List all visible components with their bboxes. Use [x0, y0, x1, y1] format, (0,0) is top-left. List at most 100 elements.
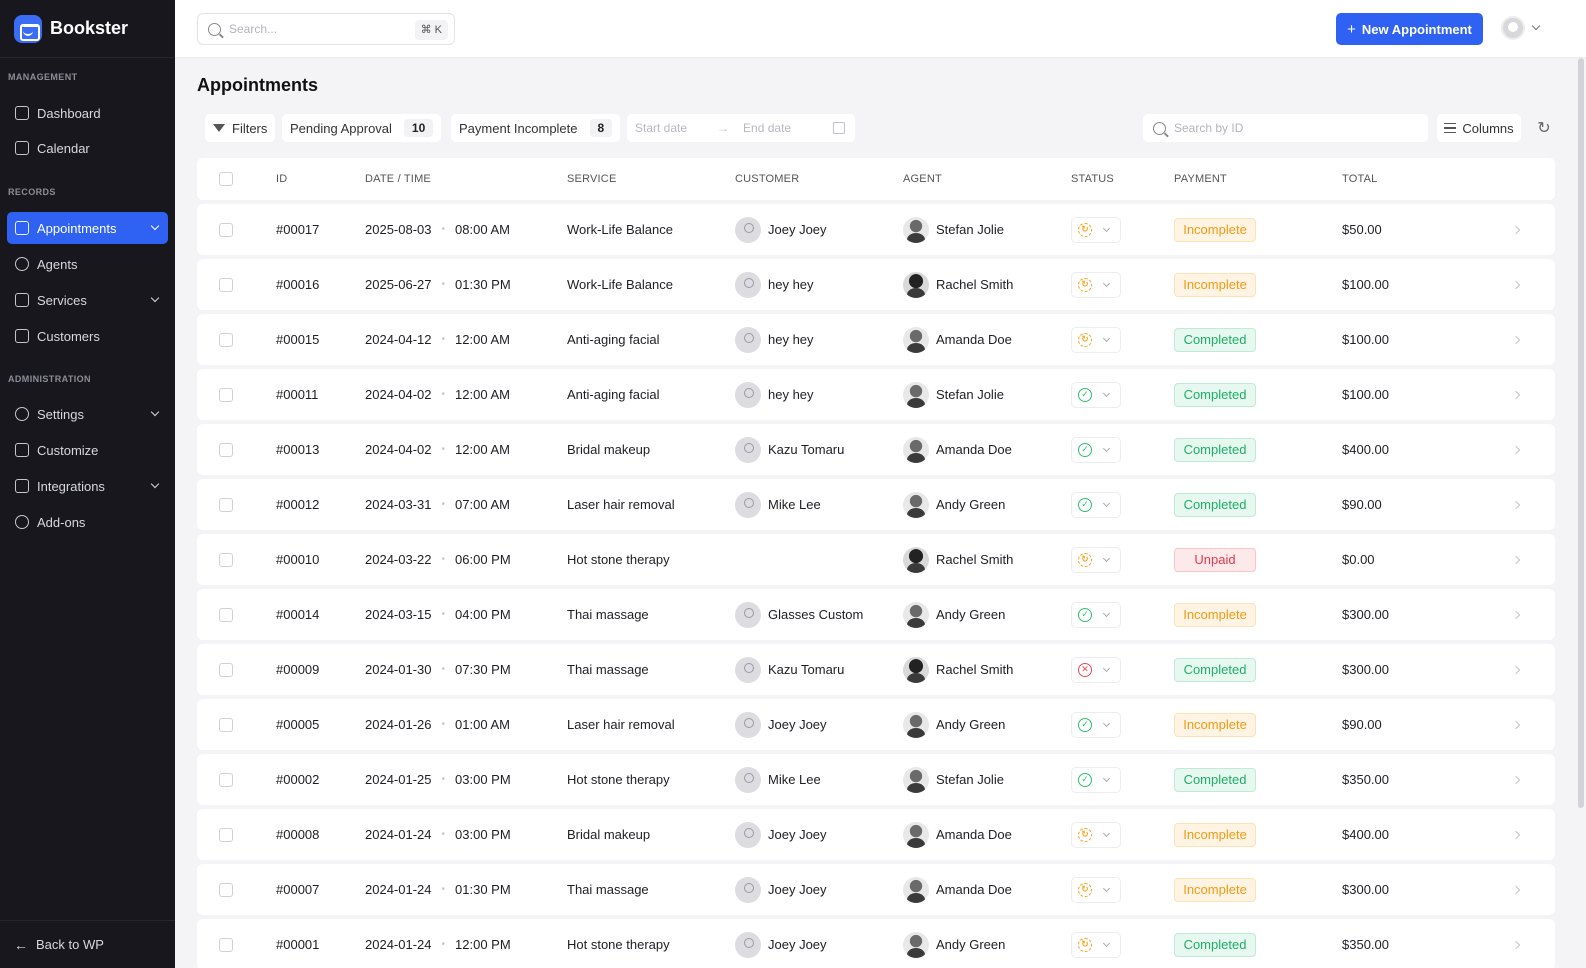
chevron-down-icon[interactable] [1531, 21, 1541, 31]
table-row[interactable]: #00014 2024-03-15 • 04:00 PM Thai massage Gla… [197, 589, 1555, 640]
appointment-agent[interactable]: Andy Green [903, 589, 1005, 640]
row-checkbox[interactable] [219, 772, 233, 787]
appointment-status[interactable]: ↻ [1071, 259, 1121, 310]
table-row[interactable]: #00017 2025-08-03 • 08:00 AM Work-Life Balan… [197, 204, 1555, 255]
row-checkbox[interactable] [219, 387, 233, 402]
sidebar-item-add-ons[interactable]: Add-ons [7, 506, 168, 538]
appointment-agent[interactable]: Rachel Smith [903, 534, 1013, 585]
column-header-total[interactable]: Total [1342, 158, 1377, 200]
status-dropdown[interactable]: ↻ [1071, 931, 1121, 958]
row-checkbox[interactable] [219, 497, 233, 512]
id-search[interactable] [1143, 114, 1428, 142]
search-input[interactable] [229, 22, 399, 36]
appointment-customer[interactable]: Mike Lee [735, 479, 821, 530]
column-header-datetime[interactable]: Date / Time [365, 158, 431, 200]
chevron-down-icon[interactable] [150, 479, 160, 489]
table-row[interactable]: #00015 2024-04-12 • 12:00 AM Anti-aging faci… [197, 314, 1555, 365]
sidebar-item-dashboard[interactable]: Dashboard [7, 97, 168, 129]
row-checkbox[interactable] [219, 882, 233, 897]
appointment-customer[interactable]: Joey Joey [735, 809, 827, 860]
chevron-right-icon[interactable] [1511, 610, 1521, 619]
appointment-status[interactable]: ↻ [1071, 809, 1121, 860]
row-checkbox[interactable] [219, 552, 233, 567]
user-menu[interactable] [1501, 16, 1541, 40]
row-open[interactable] [1511, 204, 1521, 255]
sidebar-item-appointments[interactable]: Appointments [7, 212, 168, 244]
row-checkbox[interactable] [219, 222, 233, 237]
appointment-status[interactable]: ✓ [1071, 589, 1121, 640]
row-open[interactable] [1511, 754, 1521, 805]
appointment-agent[interactable]: Stefan Jolie [903, 754, 1004, 805]
row-open[interactable] [1511, 369, 1521, 420]
appointment-customer[interactable]: Joey Joey [735, 204, 827, 255]
status-dropdown[interactable]: ✓ [1071, 711, 1121, 738]
appointment-agent[interactable]: Amanda Doe [903, 424, 1012, 475]
chevron-down-icon[interactable] [150, 407, 160, 417]
appointment-status[interactable]: ✓ [1071, 479, 1121, 530]
sidebar-item-agents[interactable]: Agents [7, 248, 168, 280]
sidebar-item-customers[interactable]: Customers [7, 320, 168, 352]
row-open[interactable] [1511, 864, 1521, 915]
chevron-down-icon[interactable] [150, 221, 160, 231]
appointment-agent[interactable]: Amanda Doe [903, 809, 1012, 860]
row-open[interactable] [1511, 644, 1521, 695]
table-row[interactable]: #00005 2024-01-26 • 01:00 AM Laser hair remo… [197, 699, 1555, 750]
appointment-status[interactable]: ↻ [1071, 314, 1121, 365]
status-dropdown[interactable]: ↻ [1071, 271, 1121, 298]
table-row[interactable]: #00002 2024-01-25 • 03:00 PM Hot stone thera… [197, 754, 1555, 805]
row-open[interactable] [1511, 259, 1521, 310]
appointment-customer[interactable]: Kazu Tomaru [735, 424, 844, 475]
new-appointment-button[interactable]: + New Appointment [1336, 13, 1483, 45]
appointment-agent[interactable]: Amanda Doe [903, 864, 1012, 915]
chevron-right-icon[interactable] [1511, 720, 1521, 729]
start-date-input[interactable]: Start date [635, 121, 687, 135]
appointment-status[interactable]: ✕ [1071, 644, 1121, 695]
chevron-right-icon[interactable] [1511, 280, 1521, 289]
chevron-right-icon[interactable] [1511, 390, 1521, 399]
chevron-down-icon[interactable] [150, 293, 160, 303]
appointment-agent[interactable]: Rachel Smith [903, 259, 1013, 310]
column-header-id[interactable]: ID [276, 158, 287, 200]
status-dropdown[interactable]: ↻ [1071, 326, 1121, 353]
appointment-customer[interactable]: Joey Joey [735, 699, 827, 750]
appointment-customer[interactable]: Joey Joey [735, 919, 827, 968]
table-row[interactable]: #00011 2024-04-02 • 12:00 AM Anti-aging faci… [197, 369, 1555, 420]
payment-incomplete-filter[interactable]: Payment Incomplete 8 [451, 114, 621, 142]
appointment-customer[interactable]: Mike Lee [735, 754, 821, 805]
select-all-checkbox[interactable] [219, 172, 233, 186]
status-dropdown[interactable]: ✓ [1071, 766, 1121, 793]
sidebar-item-calendar[interactable]: Calendar [7, 132, 168, 164]
row-open[interactable] [1511, 534, 1521, 585]
scrollbar[interactable] [1578, 58, 1584, 968]
status-dropdown[interactable]: ✓ [1071, 381, 1121, 408]
appointment-status[interactable]: ↻ [1071, 534, 1121, 585]
table-row[interactable]: #00007 2024-01-24 • 01:30 PM Thai massage Joe… [197, 864, 1555, 915]
row-open[interactable] [1511, 919, 1521, 968]
row-checkbox[interactable] [219, 277, 233, 292]
calendar-icon[interactable] [833, 122, 845, 134]
row-open[interactable] [1511, 314, 1521, 365]
row-open[interactable] [1511, 589, 1521, 640]
row-open[interactable] [1511, 424, 1521, 475]
chevron-right-icon[interactable] [1511, 555, 1521, 564]
chevron-right-icon[interactable] [1511, 665, 1521, 674]
sidebar-item-settings[interactable]: Settings [7, 398, 168, 430]
sidebar-item-services[interactable]: Services [7, 284, 168, 316]
status-dropdown[interactable]: ↻ [1071, 821, 1121, 848]
row-checkbox[interactable] [219, 332, 233, 347]
status-dropdown[interactable]: ✓ [1071, 601, 1121, 628]
column-header-payment[interactable]: Payment [1174, 158, 1227, 200]
row-checkbox[interactable] [219, 827, 233, 842]
chevron-right-icon[interactable] [1511, 940, 1521, 949]
status-dropdown[interactable]: ↻ [1071, 546, 1121, 573]
chevron-right-icon[interactable] [1511, 335, 1521, 344]
appointment-customer[interactable]: hey hey [735, 314, 814, 365]
appointment-agent[interactable]: Stefan Jolie [903, 369, 1004, 420]
appointment-customer[interactable]: hey hey [735, 369, 814, 420]
table-row[interactable]: #00009 2024-01-30 • 07:30 PM Thai massage Kaz… [197, 644, 1555, 695]
table-row[interactable]: #00001 2024-01-24 • 12:00 PM Hot stone thera… [197, 919, 1555, 968]
row-checkbox[interactable] [219, 937, 233, 952]
brand[interactable]: Bookster [0, 0, 175, 58]
table-row[interactable]: #00013 2024-04-02 • 12:00 AM Bridal makeup Ka… [197, 424, 1555, 475]
appointment-status[interactable]: ✓ [1071, 369, 1121, 420]
